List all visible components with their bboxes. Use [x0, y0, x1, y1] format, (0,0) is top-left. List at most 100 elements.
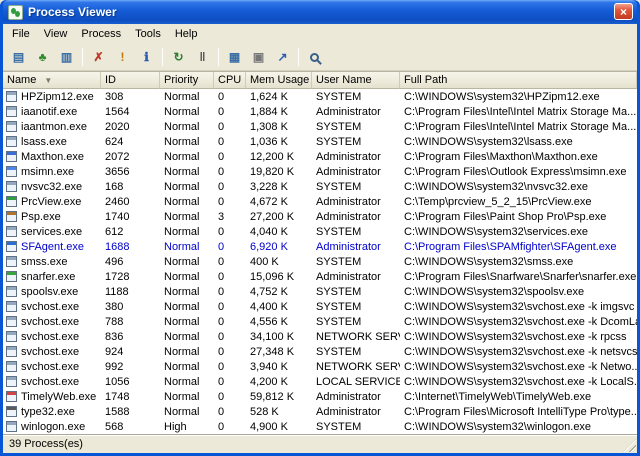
close-button[interactable]: × — [614, 3, 633, 20]
table-row[interactable]: svchost.exe 380 Normal 0 4,400 K SYSTEM … — [3, 299, 637, 314]
process-user: SYSTEM — [316, 180, 362, 193]
table-row[interactable]: lsass.exe 624 Normal 0 1,036 K SYSTEM C:… — [3, 134, 637, 149]
status-text: 39 Process(es) — [9, 438, 83, 450]
find-icon[interactable] — [303, 47, 326, 68]
process-name: Psp.exe — [21, 210, 61, 223]
process-mem: 19,820 K — [250, 165, 295, 178]
process-path: C:\WINDOWS\system32\HPZipm12.exe — [404, 90, 600, 103]
table-row[interactable]: SFAgent.exe 1688 Normal 0 6,920 K Admini… — [3, 239, 637, 254]
table-row[interactable]: nvsvc32.exe 168 Normal 0 3,228 K SYSTEM … — [3, 179, 637, 194]
column-header-priority[interactable]: Priority — [160, 72, 214, 89]
table-row[interactable]: svchost.exe 836 Normal 0 34,100 K NETWOR… — [3, 329, 637, 344]
table-row[interactable]: services.exe 612 Normal 0 4,040 K SYSTEM… — [3, 224, 637, 239]
column-header-name[interactable]: Name ▼ — [3, 72, 101, 89]
table-row[interactable]: PrcView.exe 2460 Normal 0 4,672 K Admini… — [3, 194, 637, 209]
process-id: 3656 — [105, 165, 130, 178]
process-user: SYSTEM — [316, 345, 362, 358]
process-icon — [6, 166, 17, 177]
table-row[interactable]: type32.exe 1588 Normal 0 528 K Administr… — [3, 404, 637, 419]
process-icon — [6, 211, 17, 222]
process-name: winlogon.exe — [21, 420, 86, 433]
open-external-icon[interactable]: ↗ — [271, 47, 294, 68]
menu-item-tools[interactable]: Tools — [128, 26, 168, 42]
process-name: spoolsv.exe — [21, 285, 79, 298]
table-row[interactable]: spoolsv.exe 1188 Normal 0 4,752 K SYSTEM… — [3, 284, 637, 299]
show-processes-icon[interactable]: ▤ — [7, 47, 30, 68]
process-priority: Normal — [164, 375, 200, 388]
column-header-id[interactable]: ID — [101, 72, 160, 89]
process-id: 1740 — [105, 210, 130, 223]
show-process-tree-icon[interactable]: ♣ — [31, 47, 54, 68]
process-id: 992 — [105, 360, 124, 373]
process-id: 496 — [105, 255, 124, 268]
column-header-user-name[interactable]: User Name — [312, 72, 400, 89]
process-name: iaanotif.exe — [21, 105, 78, 118]
process-name: svchost.exe — [21, 360, 80, 373]
menu-item-view[interactable]: View — [37, 26, 75, 42]
menubar: File View Process Tools Help — [3, 24, 637, 44]
process-icon — [6, 346, 17, 357]
process-icon — [6, 256, 17, 267]
show-modules-icon[interactable]: ▥ — [55, 47, 78, 68]
process-path: C:\WINDOWS\system32\svchost.exe -k Netwo… — [404, 360, 637, 373]
process-icon — [6, 376, 17, 387]
table-row[interactable]: TimelyWeb.exe 1748 Normal 0 59,812 K Adm… — [3, 389, 637, 404]
process-mem: 4,040 K — [250, 225, 288, 238]
process-path: C:\WINDOWS\system32\svchost.exe -k Local… — [404, 375, 637, 388]
process-id: 924 — [105, 345, 124, 358]
process-id: 2020 — [105, 120, 130, 133]
process-id: 624 — [105, 135, 124, 148]
auto-refresh-icon[interactable]: ‖ — [191, 47, 214, 68]
process-id: 836 — [105, 330, 124, 343]
menu-item-process[interactable]: Process — [74, 26, 128, 42]
table-row[interactable]: Psp.exe 1740 Normal 3 27,200 K Administr… — [3, 209, 637, 224]
table-row[interactable]: iaanotif.exe 1564 Normal 0 1,884 K Admin… — [3, 104, 637, 119]
table-row[interactable]: svchost.exe 788 Normal 0 4,556 K SYSTEM … — [3, 314, 637, 329]
process-priority: Normal — [164, 285, 200, 298]
copy-icon[interactable]: ▣ — [247, 47, 270, 68]
column-header-full-path[interactable]: Full Path — [400, 72, 637, 89]
menu-item-help[interactable]: Help — [168, 26, 205, 42]
process-priority: Normal — [164, 390, 200, 403]
process-name: iaantmon.exe — [21, 120, 88, 133]
process-path: C:\Program Files\Paint Shop Pro\Psp.exe — [404, 210, 607, 223]
process-user: SYSTEM — [316, 135, 362, 148]
table-row[interactable]: iaantmon.exe 2020 Normal 0 1,308 K SYSTE… — [3, 119, 637, 134]
window-content: File View Process Tools Help ▤ ♣ ▥ ✗! ℹ ↻ ‖ ▦ ▣ ↗… — [3, 24, 637, 453]
refresh-icon[interactable]: ↻ — [167, 47, 190, 68]
resize-grip[interactable] — [623, 439, 636, 452]
menu-item-file[interactable]: File — [5, 26, 37, 42]
table-row[interactable]: HPZipm12.exe 308 Normal 0 1,624 K SYSTEM… — [3, 89, 637, 104]
process-priority: Normal — [164, 240, 200, 253]
process-path: C:\WINDOWS\system32\nvsvc32.exe — [404, 180, 588, 193]
table-row[interactable]: winlogon.exe 568 High 0 4,900 K SYSTEM C… — [3, 419, 637, 434]
process-id: 1728 — [105, 270, 130, 283]
process-viewer-window: Process Viewer × File View Process Tools… — [0, 0, 640, 456]
process-mem: 59,812 K — [250, 390, 295, 403]
process-info-icon[interactable]: ℹ — [135, 47, 158, 68]
process-icon — [6, 91, 17, 102]
process-name: nvsvc32.exe — [21, 180, 83, 193]
process-mem: 3,940 K — [250, 360, 288, 373]
set-priority-icon[interactable]: ! — [111, 47, 134, 68]
process-name: services.exe — [21, 225, 83, 238]
table-row[interactable]: svchost.exe 924 Normal 0 27,348 K SYSTEM… — [3, 344, 637, 359]
kill-process-icon[interactable]: ✗ — [87, 47, 110, 68]
table-row[interactable]: svchost.exe 1056 Normal 0 4,200 K LOCAL … — [3, 374, 637, 389]
column-header-mem-usage[interactable]: Mem Usage — [246, 72, 312, 89]
process-priority: Normal — [164, 330, 200, 343]
process-id: 612 — [105, 225, 124, 238]
process-path: C:\WINDOWS\system32\svchost.exe -k rpcss — [404, 330, 627, 343]
process-name: TimelyWeb.exe — [21, 390, 97, 403]
process-icon — [6, 181, 17, 192]
column-header-cpu[interactable]: CPU — [214, 72, 246, 89]
table-row[interactable]: Maxthon.exe 2072 Normal 0 12,200 K Admin… — [3, 149, 637, 164]
process-user: NETWORK SERV... — [316, 330, 400, 343]
toolbar-separator — [218, 48, 219, 66]
table-row[interactable]: snarfer.exe 1728 Normal 0 15,096 K Admin… — [3, 269, 637, 284]
table-row[interactable]: smss.exe 496 Normal 0 400 K SYSTEM C:\WI… — [3, 254, 637, 269]
table-row[interactable]: msimn.exe 3656 Normal 0 19,820 K Adminis… — [3, 164, 637, 179]
save-icon[interactable]: ▦ — [223, 47, 246, 68]
process-path: C:\Program Files\Outlook Express\msimn.e… — [404, 165, 627, 178]
table-row[interactable]: svchost.exe 992 Normal 0 3,940 K NETWORK… — [3, 359, 637, 374]
